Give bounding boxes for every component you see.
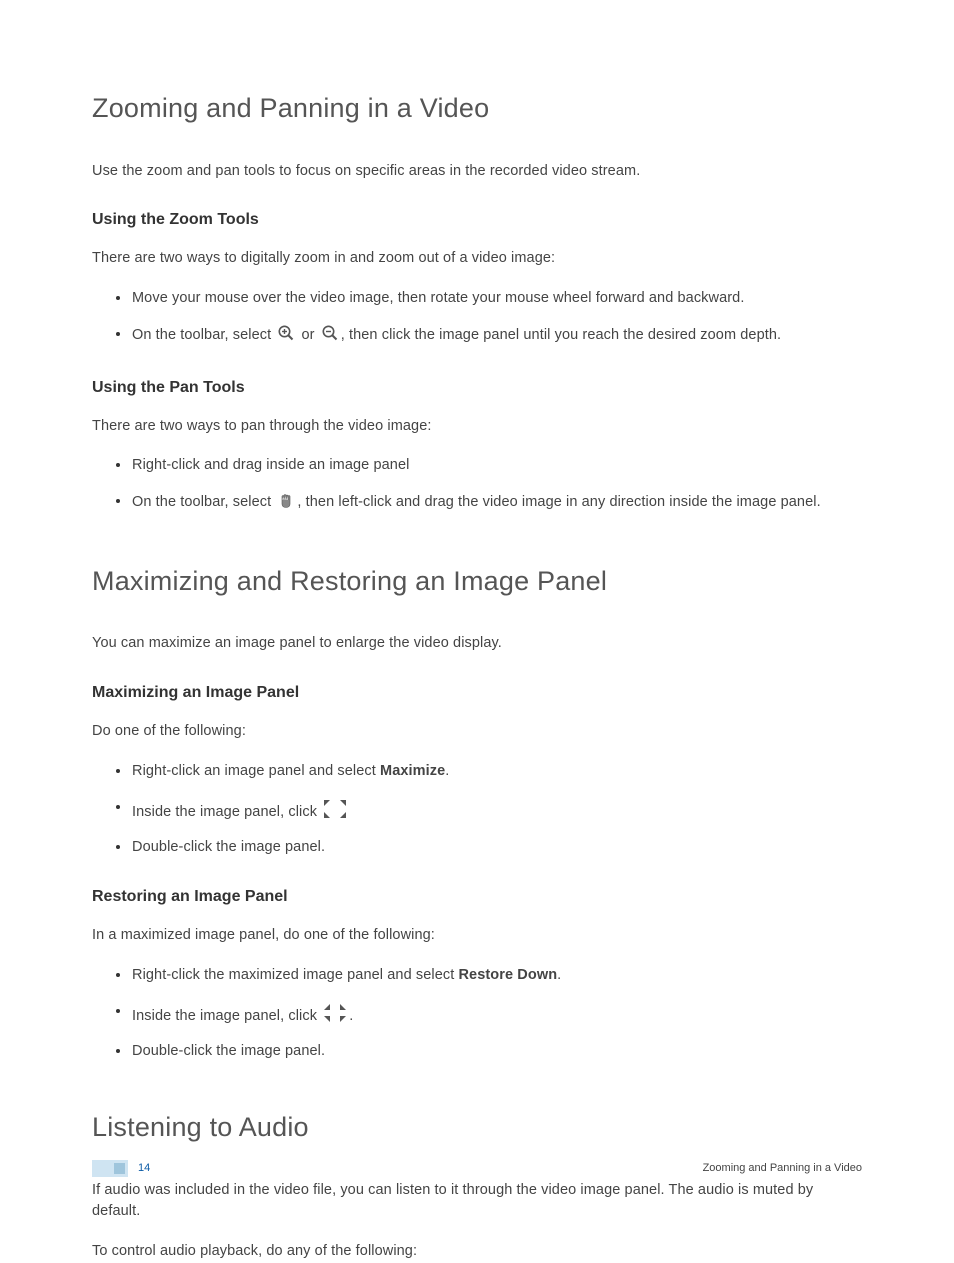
text-fragment: Inside the image panel, click bbox=[132, 1008, 321, 1024]
zoom-in-icon bbox=[277, 324, 295, 350]
section-intro: Use the zoom and pan tools to focus on s… bbox=[92, 161, 862, 183]
maximizing-list: Right-click an image panel and select Ma… bbox=[92, 761, 862, 859]
section-heading-audio: Listening to Audio bbox=[92, 1107, 862, 1148]
hand-icon bbox=[277, 491, 295, 517]
section-intro-2: To control audio playback, do any of the… bbox=[92, 1241, 862, 1263]
page-footer: 14 Zooming and Panning in a Video bbox=[92, 1160, 862, 1177]
list-item: Right-click an image panel and select Ma… bbox=[132, 761, 862, 783]
text-fragment: . bbox=[349, 1008, 353, 1024]
text-fragment: , then left-click and drag the video ima… bbox=[297, 494, 820, 510]
bold-text: Restore Down bbox=[458, 967, 557, 983]
expand-icon bbox=[321, 797, 349, 821]
text-fragment: Right-click the maximized image panel an… bbox=[132, 967, 458, 983]
text-fragment: or bbox=[297, 327, 318, 343]
zoom-tools-list: Move your mouse over the video image, th… bbox=[92, 288, 862, 350]
restoring-list: Right-click the maximized image panel an… bbox=[92, 965, 862, 1063]
subsection-heading-maximizing: Maximizing an Image Panel bbox=[92, 681, 862, 705]
list-item: Move your mouse over the video image, th… bbox=[132, 288, 862, 310]
list-item: On the toolbar, select or , then click t… bbox=[132, 324, 862, 350]
text-fragment: , then click the image panel until you r… bbox=[341, 327, 781, 343]
list-item: Right-click the maximized image panel an… bbox=[132, 965, 862, 987]
section-intro: You can maximize an image panel to enlar… bbox=[92, 633, 862, 655]
bold-text: Maximize bbox=[380, 763, 445, 779]
footer-logo-icon bbox=[92, 1160, 128, 1177]
text-fragment: On the toolbar, select bbox=[132, 327, 275, 343]
text-fragment: . bbox=[445, 763, 449, 779]
list-item: On the toolbar, select , then left-click… bbox=[132, 491, 862, 517]
subsection-heading-zoom-tools: Using the Zoom Tools bbox=[92, 208, 862, 232]
list-item: Double-click the image panel. bbox=[132, 1041, 862, 1063]
subsection-intro: Do one of the following: bbox=[92, 721, 862, 743]
text-fragment: . bbox=[557, 967, 561, 983]
text-fragment: Inside the image panel, click bbox=[132, 804, 321, 820]
footer-left: 14 bbox=[92, 1160, 150, 1177]
section-heading-maximize: Maximizing and Restoring an Image Panel bbox=[92, 561, 862, 602]
section-intro: If audio was included in the video file,… bbox=[92, 1180, 862, 1224]
text-fragment: Right-click an image panel and select bbox=[132, 763, 380, 779]
section-heading-zoom-pan: Zooming and Panning in a Video bbox=[92, 88, 862, 129]
list-item: Inside the image panel, click bbox=[132, 797, 862, 824]
subsection-heading-restoring: Restoring an Image Panel bbox=[92, 885, 862, 909]
pan-tools-list: Right-click and drag inside an image pan… bbox=[92, 455, 862, 517]
footer-section-title: Zooming and Panning in a Video bbox=[703, 1160, 862, 1177]
zoom-out-icon bbox=[321, 324, 339, 350]
list-item: Right-click and drag inside an image pan… bbox=[132, 455, 862, 477]
subsection-intro: There are two ways to pan through the vi… bbox=[92, 416, 862, 438]
list-item: Inside the image panel, click . bbox=[132, 1001, 862, 1028]
subsection-intro: There are two ways to digitally zoom in … bbox=[92, 248, 862, 270]
subsection-intro: In a maximized image panel, do one of th… bbox=[92, 925, 862, 947]
list-item: Double-click the image panel. bbox=[132, 837, 862, 859]
page-number: 14 bbox=[138, 1160, 150, 1177]
subsection-heading-pan-tools: Using the Pan Tools bbox=[92, 376, 862, 400]
restore-icon bbox=[321, 1001, 349, 1025]
text-fragment: On the toolbar, select bbox=[132, 494, 275, 510]
